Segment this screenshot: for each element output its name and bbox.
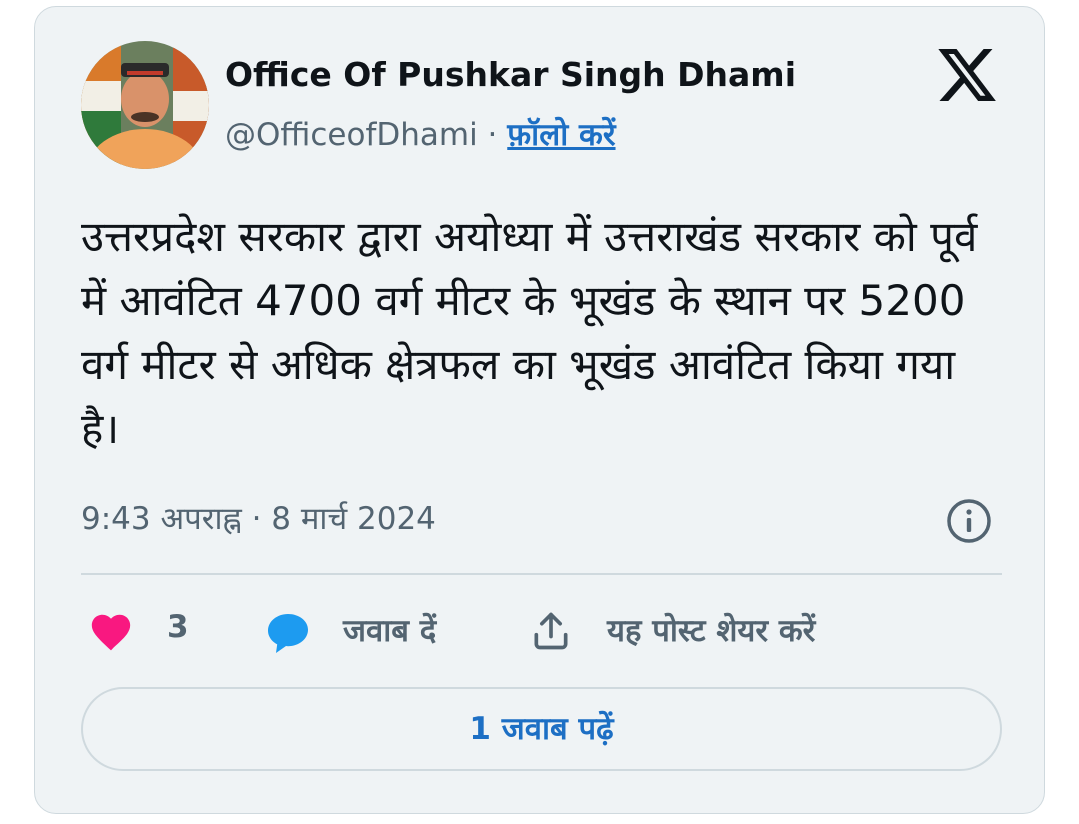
avatar[interactable] — [81, 41, 209, 169]
author-name[interactable]: Office Of Pushkar Singh Dhami — [225, 55, 796, 94]
author-meta: @OfficeofDhami · फ़ॉलो करें — [225, 113, 616, 155]
divider — [81, 573, 1002, 575]
share-upload-icon[interactable] — [529, 609, 573, 653]
speech-bubble-icon[interactable] — [263, 609, 313, 657]
heart-icon[interactable] — [87, 609, 135, 655]
author-handle[interactable]: @OfficeofDhami — [225, 117, 478, 153]
x-logo-icon[interactable] — [935, 43, 999, 107]
share-button[interactable]: यह पोस्ट शेयर करें — [607, 609, 815, 651]
post-text: उत्तरप्रदेश सरकार द्वारा अयोध्या में उत्… — [81, 212, 978, 453]
action-bar: 3 जवाब दें यह पोस्ट शेयर करें — [35, 603, 1044, 663]
separator-dot: · — [477, 117, 508, 153]
embedded-post-card: Office Of Pushkar Singh Dhami @OfficeofD… — [34, 6, 1045, 814]
follow-button[interactable]: फ़ॉलो करें — [507, 117, 615, 153]
info-icon[interactable] — [945, 497, 993, 545]
like-count[interactable]: 3 — [167, 609, 189, 645]
reply-button[interactable]: जवाब दें — [343, 609, 436, 651]
read-replies-button[interactable]: 1 जवाब पढ़ें — [81, 687, 1002, 771]
post-timestamp[interactable]: 9:43 अपराह्न · 8 मार्च 2024 — [81, 497, 436, 539]
